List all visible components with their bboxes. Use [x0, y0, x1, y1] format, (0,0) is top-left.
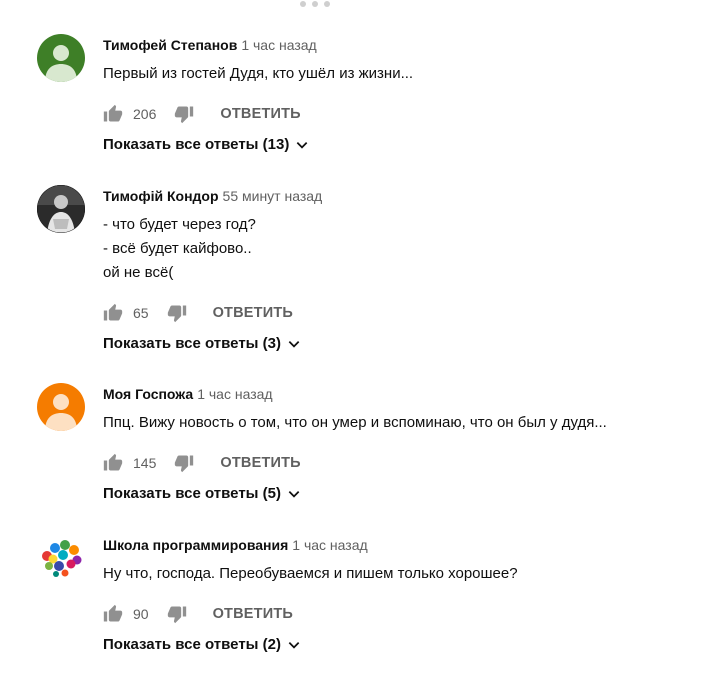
reply-button[interactable]: ОТВЕТИТЬ: [220, 106, 300, 122]
reply-button[interactable]: ОТВЕТИТЬ: [220, 455, 300, 471]
comment-body: Моя Госпожа 1 час назад Ппц. Вижу новость…: [103, 385, 699, 502]
like-button[interactable]: [103, 104, 123, 124]
like-count: 145: [133, 455, 157, 471]
comment-actions: 145 ОТВЕТИТЬ: [103, 451, 699, 475]
show-replies-label: Показать все ответы (5): [103, 485, 281, 502]
previous-content-edge: [300, 0, 340, 7]
like-count: 65: [133, 305, 149, 321]
comment-text: Ппц. Вижу новость о том, что он умер и в…: [103, 414, 607, 431]
comment-text: Ну что, господа. Переобуваемся и пишем т…: [103, 565, 518, 582]
colorful-icons-cloud-logo: [37, 534, 85, 582]
comment-header: Тимофей Степанов 1 час назад: [103, 36, 699, 54]
show-replies-label: Показать все ответы (2): [103, 636, 281, 653]
comment-text: - что будет через год? - всё будет кайфо…: [103, 216, 256, 281]
chevron-down-icon: [288, 641, 300, 649]
thumb-up-icon: [103, 453, 123, 471]
dislike-button[interactable]: [167, 303, 187, 323]
avatar[interactable]: [37, 185, 85, 233]
avatar[interactable]: [37, 383, 85, 431]
chevron-down-icon: [288, 490, 300, 498]
show-replies-button[interactable]: Показать все ответы (3): [103, 335, 699, 352]
like-count: 90: [133, 606, 149, 622]
thumb-down-icon: [175, 455, 194, 473]
comment-body: Тимофій Кондор 55 минут назад - что будет…: [103, 187, 699, 352]
thumb-up-icon: [103, 104, 123, 122]
comment-actions: 206 ОТВЕТИТЬ: [103, 102, 699, 126]
comment-time[interactable]: 1 час назад: [292, 537, 367, 553]
show-replies-button[interactable]: Показать все ответы (2): [103, 636, 699, 653]
comment-time[interactable]: 1 час назад: [197, 386, 272, 402]
thumb-down-icon: [167, 606, 186, 624]
comment-actions: 90 ОТВЕТИТЬ: [103, 602, 699, 626]
thumb-down-icon: [175, 106, 194, 124]
like-button[interactable]: [103, 604, 123, 624]
avatar[interactable]: [37, 34, 85, 82]
comment-author[interactable]: Тимофей Степанов: [103, 37, 237, 53]
reply-button[interactable]: ОТВЕТИТЬ: [213, 305, 293, 321]
show-replies-button[interactable]: Показать все ответы (5): [103, 485, 699, 502]
show-replies-label: Показать все ответы (3): [103, 335, 281, 352]
comment-author[interactable]: Школа программирования: [103, 537, 288, 553]
show-replies-button[interactable]: Показать все ответы (13): [103, 136, 699, 153]
comment-body: Тимофей Степанов 1 час назад Первый из го…: [103, 36, 699, 153]
comment-time[interactable]: 1 час назад: [241, 37, 316, 53]
thumb-up-icon: [103, 303, 123, 321]
like-button[interactable]: [103, 453, 123, 473]
avatar[interactable]: [37, 534, 85, 582]
person-silhouette-icon: [37, 383, 85, 431]
comment-text: Первый из гостей Дудя, кто ушёл из жизни…: [103, 65, 414, 82]
comment-time[interactable]: 55 минут назад: [223, 188, 323, 204]
thumb-down-icon: [167, 305, 186, 323]
chevron-down-icon: [297, 141, 308, 149]
comment-author[interactable]: Моя Госпожа: [103, 386, 193, 402]
comment-author[interactable]: Тимофій Кондор: [103, 188, 219, 204]
show-replies-label: Показать все ответы (13): [103, 136, 290, 153]
like-button[interactable]: [103, 303, 123, 323]
thumb-up-icon: [103, 604, 123, 622]
comment-header: Тимофій Кондор 55 минут назад: [103, 187, 699, 205]
dislike-button[interactable]: [174, 104, 194, 124]
comment-header: Моя Госпожа 1 час назад: [103, 385, 699, 403]
comment-header: Школа программирования 1 час назад: [103, 536, 699, 554]
like-count: 206: [133, 106, 157, 122]
reply-button[interactable]: ОТВЕТИТЬ: [213, 606, 293, 622]
person-silhouette-icon: [37, 34, 85, 82]
comment-body: Школа программирования 1 час назад Ну что…: [103, 536, 699, 653]
dislike-button[interactable]: [167, 604, 187, 624]
chevron-down-icon: [288, 340, 300, 348]
user-photo: [37, 185, 85, 233]
dislike-button[interactable]: [174, 453, 194, 473]
comment-actions: 65 ОТВЕТИТЬ: [103, 301, 699, 325]
